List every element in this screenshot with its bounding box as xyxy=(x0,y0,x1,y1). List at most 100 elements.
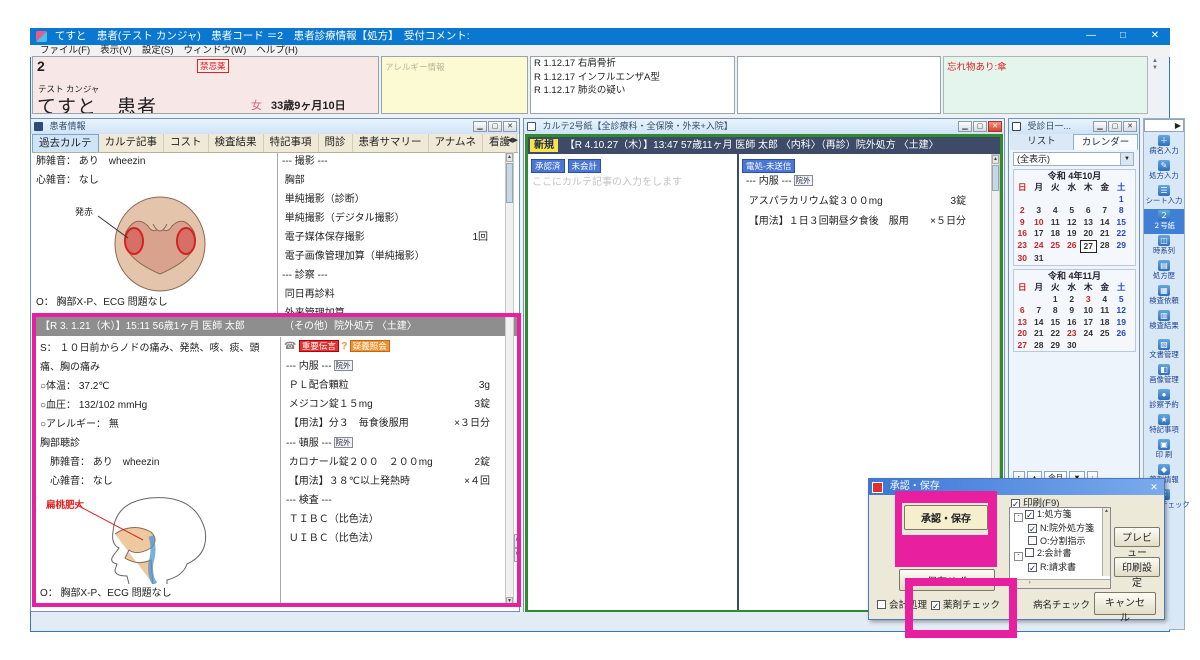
preview-button[interactable]: プレビュー xyxy=(1114,527,1160,547)
calendar-day[interactable]: 9 xyxy=(1064,305,1081,317)
calendar-day[interactable]: 2 xyxy=(1064,294,1081,306)
tree-scrollbar-v[interactable]: ▲ xyxy=(1102,508,1110,576)
karte2-entry-header[interactable]: 新規 【R 4.10.27（木）】13:47 57歳11ヶ月 医師 太郎 〈内科… xyxy=(528,137,1000,154)
disease-check-label[interactable]: 病名チェック xyxy=(1033,597,1090,611)
close-icon[interactable]: ✕ xyxy=(1140,28,1170,45)
tree-checkbox[interactable] xyxy=(1028,524,1037,533)
calendar-day[interactable]: 11 xyxy=(1047,217,1064,229)
calendar-day[interactable]: 27 xyxy=(1014,340,1031,352)
chart-tab[interactable]: アナムネ xyxy=(429,134,483,152)
maximize-icon[interactable]: □ xyxy=(1108,28,1138,45)
calendar-day[interactable]: 18 xyxy=(1097,317,1114,329)
menu-item[interactable]: ウィンドウ(W) xyxy=(183,45,246,56)
print-tree-item[interactable]: -1:処方箋 xyxy=(1010,508,1110,522)
calendar-day[interactable]: 22 xyxy=(1113,228,1130,240)
calendar-day[interactable]: 22 xyxy=(1047,328,1064,340)
calendar-day[interactable]: 3 xyxy=(1031,205,1048,217)
scroll-thumb[interactable] xyxy=(506,163,513,203)
menu-item[interactable]: ファイル(F) xyxy=(40,45,90,56)
print-tree-item[interactable]: -2:会計書 xyxy=(1010,547,1110,561)
calendar-day[interactable]: 12 xyxy=(1064,217,1081,229)
chevron-down-icon[interactable]: ▼ xyxy=(1120,153,1133,165)
calendar-day[interactable]: 30 xyxy=(1064,340,1081,352)
toolbar-button[interactable]: ☰シート入力 xyxy=(1144,184,1184,209)
save-without-button[interactable]: 保存せず xyxy=(899,569,995,591)
tab-scroll-arrows[interactable]: ◀▶ xyxy=(507,136,518,144)
calendar-day[interactable]: 11 xyxy=(1097,305,1114,317)
calendar-day[interactable]: 18 xyxy=(1047,228,1064,240)
tree-scrollbar-h[interactable]: ‹ › xyxy=(1010,579,1110,588)
calendar-day[interactable]: 3 xyxy=(1080,294,1097,306)
entry-header[interactable]: 【R 3. 1.21（木）】15:11 56歳1ヶ月 医師 太郎 （その他）院外… xyxy=(36,317,517,336)
visit-view-tab[interactable]: リスト xyxy=(1010,134,1073,150)
approve-save-button[interactable]: 承認・保存 xyxy=(904,505,988,530)
print-tree-item[interactable]: N:院外処方箋 xyxy=(1010,522,1110,535)
toolbar-button[interactable]: ＋病名入力 xyxy=(1144,134,1184,159)
calendar-day[interactable]: 25 xyxy=(1047,240,1064,254)
calendar-day[interactable]: 29 xyxy=(1047,340,1064,352)
toolbar-button[interactable]: ▧文書管理 xyxy=(1144,338,1184,363)
toolbar-button[interactable]: ▤処方歴 xyxy=(1144,259,1184,284)
calendar-day[interactable]: 7 xyxy=(1097,205,1114,217)
chart-tab[interactable]: 特記事項 xyxy=(264,134,319,152)
chart-tab[interactable]: カルテ記事 xyxy=(99,134,165,152)
calendar-day[interactable]: 20 xyxy=(1080,228,1097,240)
section-down-icon[interactable]: ∨ xyxy=(514,548,520,562)
memo-box[interactable] xyxy=(737,56,941,114)
notice-box[interactable]: 忘れ物あり:傘 xyxy=(943,56,1148,114)
calendar-day[interactable]: 8 xyxy=(1113,205,1130,217)
chart-tab[interactable]: 患者サマリー xyxy=(353,134,429,152)
accounting-checkbox[interactable] xyxy=(877,600,886,609)
chart-tab[interactable]: 検査結果 xyxy=(209,134,264,152)
chart-tab[interactable]: 過去カルテ xyxy=(32,134,99,152)
drug-check-checkbox[interactable] xyxy=(931,601,940,610)
cancel-button[interactable]: キャンセル xyxy=(1094,592,1156,615)
calendar-day[interactable]: 12 xyxy=(1113,305,1130,317)
scroll-up-icon[interactable]: ▲ xyxy=(506,153,513,162)
toolbar-button[interactable]: ◧画像管理 xyxy=(1144,363,1184,388)
scroll-up-icon[interactable]: ▲ xyxy=(992,155,999,164)
calendar-day[interactable]: 1 xyxy=(1047,294,1064,306)
calendar-day[interactable]: 14 xyxy=(1031,317,1048,329)
tree-checkbox[interactable] xyxy=(1025,510,1034,519)
tree-checkbox[interactable] xyxy=(1025,548,1034,557)
toolbar-collapse-button[interactable]: ▶ xyxy=(1144,119,1184,132)
calendar-day[interactable]: 2 xyxy=(1014,205,1031,217)
left-panel-scrollbar[interactable]: ▲ ▼ xyxy=(505,152,514,607)
tree-expander-icon[interactable]: - xyxy=(1014,552,1023,561)
calendar-day[interactable]: 25 xyxy=(1097,328,1114,340)
chart-tab[interactable]: 問診 xyxy=(319,134,353,152)
toolbar-button[interactable]: ✎処方入力 xyxy=(1144,159,1184,184)
calendar-day[interactable]: 16 xyxy=(1064,317,1081,329)
visit-filter-select[interactable]: (全表示) ▼ xyxy=(1013,152,1134,166)
section-up-icon[interactable]: ∧ xyxy=(514,534,520,548)
menu-item[interactable]: 設定(S) xyxy=(142,45,174,56)
calendar-day[interactable]: 21 xyxy=(1097,228,1114,240)
minimize-icon[interactable]: ▁ xyxy=(1093,121,1107,132)
calendar-day[interactable]: 31 xyxy=(1031,253,1048,265)
calendar-day[interactable]: 26 xyxy=(1064,240,1081,254)
calendar-day[interactable]: 28 xyxy=(1031,340,1048,352)
print-tree-item[interactable]: O:分割指示 xyxy=(1010,535,1110,548)
calendar-day[interactable]: 21 xyxy=(1031,328,1048,340)
calendar-day[interactable]: 10 xyxy=(1031,217,1048,229)
close-icon[interactable]: ✕ xyxy=(1147,481,1161,493)
maximize-icon[interactable]: ▢ xyxy=(488,121,502,132)
calendar-day[interactable]: 28 xyxy=(1097,240,1114,254)
maximize-icon[interactable]: ▢ xyxy=(1108,121,1122,132)
calendar-day[interactable]: 29 xyxy=(1113,240,1130,254)
calendar-day[interactable]: 30 xyxy=(1014,253,1031,265)
calendar-day[interactable]: 16 xyxy=(1014,228,1031,240)
toolbar-button[interactable]: ▦検査依頼 xyxy=(1144,284,1184,309)
close-icon[interactable]: ✕ xyxy=(988,121,1002,132)
toolbar-button[interactable]: ▣印 刷 xyxy=(1144,438,1184,463)
calendar-day[interactable]: 6 xyxy=(1014,305,1031,317)
calendar-day[interactable]: 15 xyxy=(1113,217,1130,229)
minimize-icon[interactable]: ▁ xyxy=(473,121,487,132)
important-message-badge[interactable]: 重要伝言 xyxy=(299,340,339,352)
toolbar-button[interactable]: ●診察予約 xyxy=(1144,388,1184,413)
close-icon[interactable]: ✕ xyxy=(1123,121,1137,132)
maximize-icon[interactable]: ▢ xyxy=(973,121,987,132)
calendar-day[interactable]: 14 xyxy=(1097,217,1114,229)
calendar-day[interactable]: 8 xyxy=(1047,305,1064,317)
